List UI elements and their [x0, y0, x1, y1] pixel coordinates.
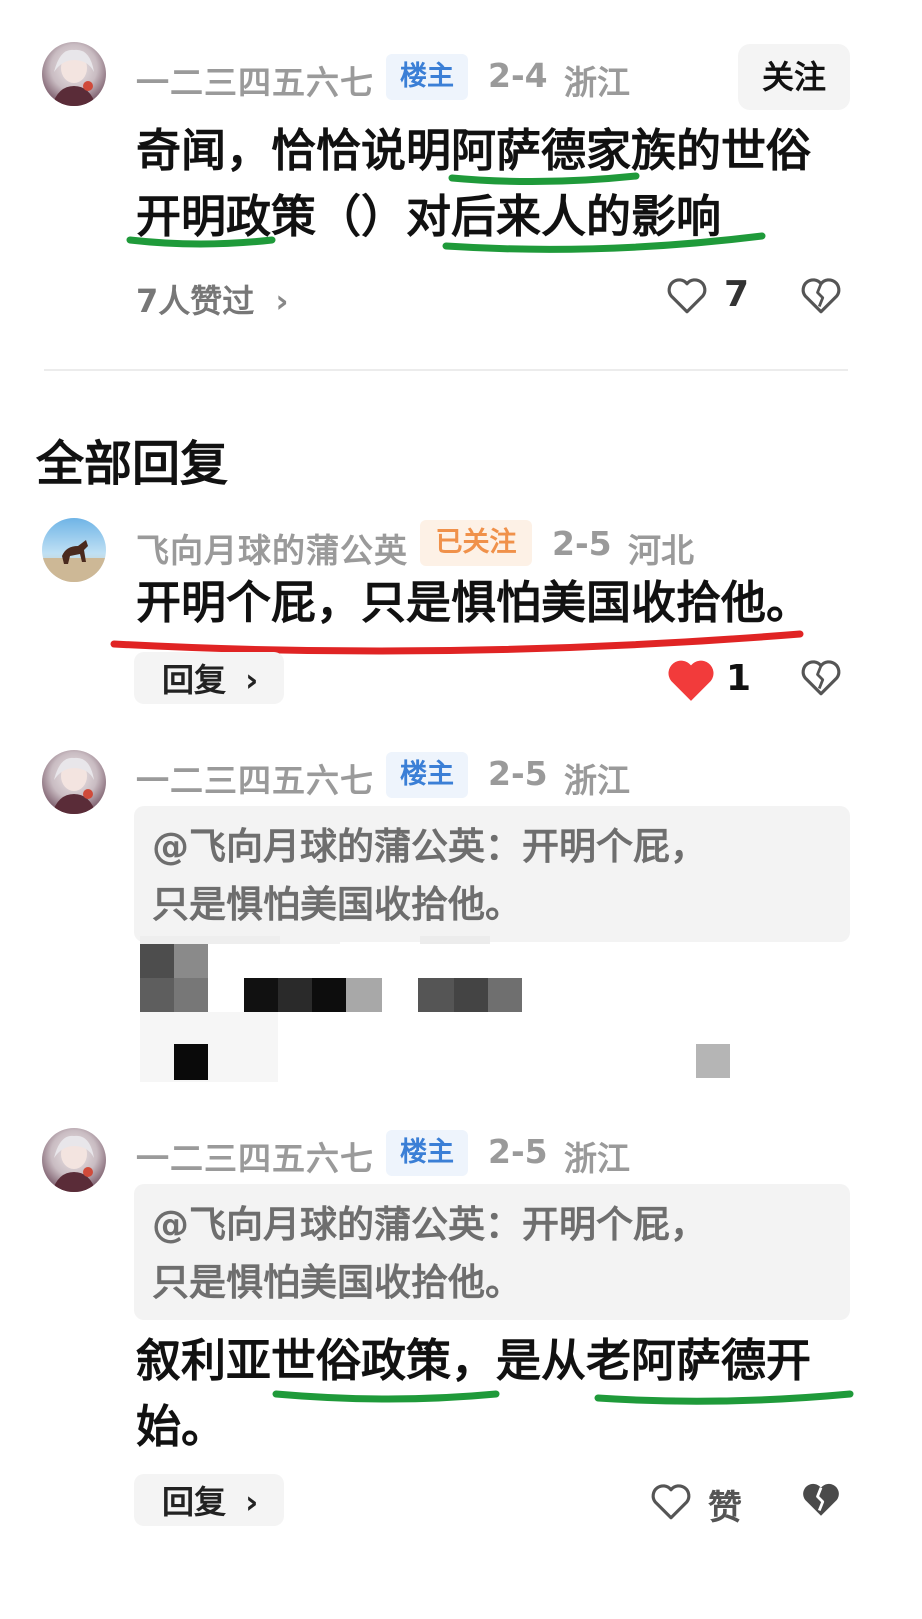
- chevron-right-icon: ›: [245, 1483, 259, 1521]
- pixelated-redacted-content: [140, 936, 740, 1082]
- green-underline-markup: [126, 172, 766, 253]
- reply-location: 河北: [628, 531, 694, 570]
- heart-outline-icon[interactable]: [650, 1482, 692, 1522]
- quote-text-line2: 只是惧怕美国收拾他。: [152, 883, 522, 926]
- author-name[interactable]: 一二三四五六七: [136, 754, 374, 802]
- reply-date: 2-5: [488, 1132, 548, 1171]
- heart-outline-icon[interactable]: [666, 276, 708, 316]
- divider: [44, 369, 848, 371]
- dislike-broken-heart-icon[interactable]: [800, 1480, 842, 1520]
- reply-button-label: 回复: [162, 1483, 227, 1521]
- quote-text-line1: @飞向月球的蒲公英：开明个屁，: [152, 825, 707, 868]
- green-underline-markup: [272, 1390, 854, 1405]
- replier-avatar[interactable]: [42, 518, 106, 582]
- quote-text-line1: @飞向月球的蒲公英：开明个屁，: [152, 1203, 707, 1246]
- owner-badge: 楼主: [386, 752, 468, 798]
- reply-button[interactable]: 回复 ›: [134, 652, 284, 704]
- reply-button-label: 回复: [162, 661, 227, 699]
- all-replies-title: 全部回复: [36, 436, 229, 492]
- chevron-right-icon: ›: [275, 282, 289, 320]
- author-avatar[interactable]: [42, 750, 106, 814]
- dislike-broken-heart-icon[interactable]: [800, 276, 842, 316]
- chevron-right-icon: ›: [245, 661, 259, 699]
- owner-badge: 楼主: [386, 1130, 468, 1176]
- reply-location: 浙江: [564, 1139, 630, 1178]
- quote-text-line2: 只是惧怕美国收拾他。: [152, 1261, 522, 1304]
- reply-date: 2-5: [488, 754, 548, 793]
- likes-summary-link[interactable]: 7人赞过 ›: [136, 276, 289, 322]
- replier-name[interactable]: 飞向月球的蒲公英: [136, 524, 408, 572]
- reply-location: 浙江: [564, 761, 630, 800]
- followed-badge: 已关注: [420, 520, 532, 566]
- reply-button[interactable]: 回复 ›: [134, 1474, 284, 1526]
- author-avatar[interactable]: [42, 1128, 106, 1192]
- reply-like-count: 1: [726, 658, 752, 699]
- likes-summary-text: 7人赞过: [136, 282, 255, 320]
- heart-filled-icon[interactable]: [666, 656, 716, 704]
- reply-date: 2-5: [552, 524, 612, 563]
- dislike-broken-heart-icon[interactable]: [800, 658, 842, 698]
- like-label[interactable]: 赞: [708, 1480, 742, 1529]
- red-underline-markup: [110, 630, 804, 655]
- post-like-count: 7: [724, 274, 750, 315]
- author-name[interactable]: 一二三四五六七: [136, 1132, 374, 1180]
